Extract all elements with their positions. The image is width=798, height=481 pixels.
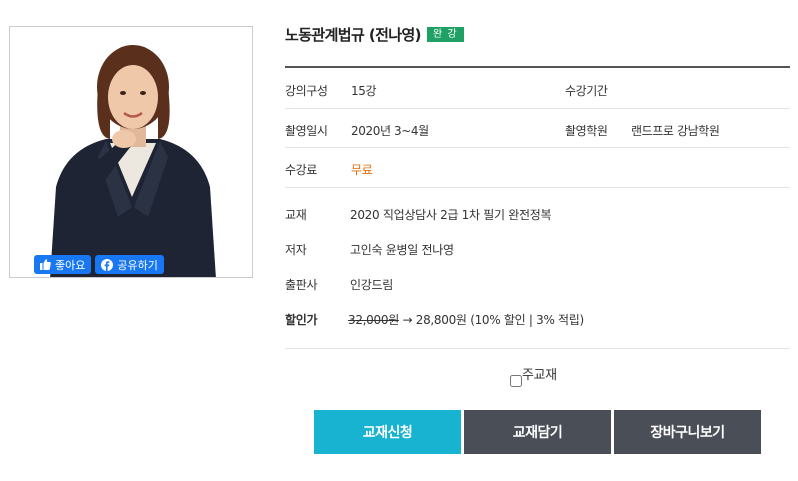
original-price: 32,000원 — [348, 313, 399, 327]
publisher-label: 출판사 — [285, 278, 318, 292]
price-line: 32,000원 → 28,800원 (10% 할인 | 3% 적립) — [348, 311, 584, 328]
view-cart-button[interactable]: 장바구니보기 — [614, 410, 761, 454]
thumbs-up-icon — [40, 259, 51, 270]
instructor-portrait-illustration — [10, 27, 252, 277]
info-row-filming: 촬영일시 2020년 3~4월 촬영학원 랜드프로 강남학원 — [285, 109, 790, 148]
publisher-value: 인강드림 — [350, 278, 393, 292]
textbook-label: 교재 — [285, 208, 307, 222]
sale-price: 28,800원 — [415, 313, 467, 327]
course-title: 노동관계법규 (전나영) — [285, 26, 422, 44]
discount-note: (10% 할인 | 3% 적립) — [470, 313, 584, 327]
instructor-photo: 좋아요 공유하기 — [9, 26, 253, 278]
course-title-row: 노동관계법규 (전나영) 완 강 — [285, 24, 464, 45]
share-label: 공유하기 — [117, 258, 158, 272]
price-label: 할인가 — [285, 313, 318, 327]
main-textbook-option[interactable]: 주교재 — [510, 366, 557, 387]
main-textbook-checkbox[interactable] — [510, 374, 522, 387]
apply-textbook-button[interactable]: 교재신청 — [314, 410, 461, 454]
period-label: 수강기간 — [565, 84, 608, 98]
academy-label: 촬영학원 — [565, 124, 608, 138]
completion-badge: 완 강 — [426, 27, 464, 42]
facebook-like-button[interactable]: 좋아요 — [34, 255, 92, 274]
lecture-count-value: 15강 — [351, 84, 377, 98]
fee-value: 무료 — [351, 163, 373, 177]
social-buttons: 좋아요 공유하기 — [34, 255, 164, 274]
fee-label: 수강료 — [285, 163, 317, 177]
author-label: 저자 — [285, 243, 307, 257]
main-textbook-label: 주교재 — [522, 368, 557, 383]
filming-date-label: 촬영일시 — [285, 124, 328, 138]
textbook-value: 2020 직업상담사 2급 1차 필기 완전정복 — [350, 208, 552, 222]
facebook-icon — [101, 258, 114, 271]
price-arrow: → — [402, 313, 413, 327]
author-value: 고인숙 윤병일 전나영 — [350, 243, 454, 257]
academy-value: 랜드프로 강남학원 — [631, 124, 720, 138]
filming-date-value: 2020년 3~4월 — [351, 124, 429, 138]
like-label: 좋아요 — [55, 258, 86, 272]
section-divider — [285, 348, 790, 349]
add-textbook-button[interactable]: 교재담기 — [464, 410, 611, 454]
info-row-lectures: 강의구성 15강 수강기간 — [285, 68, 790, 109]
info-row-fee: 수강료 무료 — [285, 148, 790, 188]
facebook-share-button[interactable]: 공유하기 — [95, 255, 164, 274]
lecture-count-label: 강의구성 — [285, 84, 328, 98]
